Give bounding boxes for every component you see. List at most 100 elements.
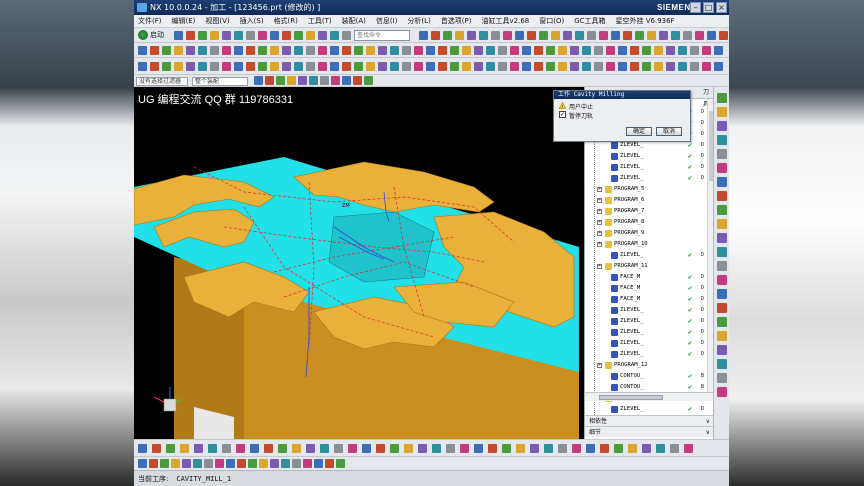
operation-tool-icon[interactable] xyxy=(198,46,207,55)
operation-tool-icon[interactable] xyxy=(330,46,339,55)
view-tool-icon[interactable] xyxy=(690,62,699,71)
standard-tool-icon[interactable] xyxy=(282,31,291,40)
view-tool-icon[interactable] xyxy=(270,62,279,71)
standard-tool-icon[interactable] xyxy=(623,31,632,40)
view-tool-icon[interactable] xyxy=(198,62,207,71)
view-tool-icon[interactable] xyxy=(582,62,591,71)
view-tool-icon[interactable] xyxy=(426,62,435,71)
snap-tool-icon[interactable] xyxy=(488,444,497,453)
view-orient-tool-icon[interactable] xyxy=(336,459,345,468)
view-orient-tool-icon[interactable] xyxy=(160,459,169,468)
resource-tab-icon[interactable] xyxy=(717,317,727,327)
view-tool-icon[interactable] xyxy=(606,62,615,71)
view-tool-icon[interactable] xyxy=(210,62,219,71)
view-tool-icon[interactable] xyxy=(330,62,339,71)
select-tool-icon[interactable] xyxy=(276,76,285,85)
operation-tool-icon[interactable] xyxy=(210,46,219,55)
resource-tab-icon[interactable] xyxy=(717,233,727,243)
snap-tool-icon[interactable] xyxy=(642,444,651,453)
view-tool-icon[interactable] xyxy=(642,62,651,71)
resource-tab-icon[interactable] xyxy=(717,373,727,383)
standard-tool-icon[interactable] xyxy=(222,31,231,40)
view-tool-icon[interactable] xyxy=(366,62,375,71)
snap-tool-icon[interactable] xyxy=(264,444,273,453)
standard-tool-icon[interactable] xyxy=(198,31,207,40)
view-orient-tool-icon[interactable] xyxy=(292,459,301,468)
snap-tool-icon[interactable] xyxy=(250,444,259,453)
resource-tab-icon[interactable] xyxy=(717,93,727,103)
view-orient-tool-icon[interactable] xyxy=(281,459,290,468)
menu-item-4[interactable]: 格式(R) xyxy=(274,16,298,26)
snap-tool-icon[interactable] xyxy=(222,444,231,453)
standard-tool-icon[interactable] xyxy=(575,31,584,40)
view-tool-icon[interactable] xyxy=(474,62,483,71)
snap-tool-icon[interactable] xyxy=(614,444,623,453)
operation-tool-icon[interactable] xyxy=(414,46,423,55)
menu-item-2[interactable]: 视图(V) xyxy=(205,16,229,26)
view-tool-icon[interactable] xyxy=(186,62,195,71)
dependencies-section[interactable]: 相依性 ∨ xyxy=(585,415,713,426)
resource-tab-icon[interactable] xyxy=(717,107,727,117)
view-tool-icon[interactable] xyxy=(654,62,663,71)
resource-tab-icon[interactable] xyxy=(717,247,727,257)
program-group-row[interactable]: + PROGRAM_12 xyxy=(585,360,713,371)
standard-tool-icon[interactable] xyxy=(491,31,500,40)
standard-tool-icon[interactable] xyxy=(246,31,255,40)
cancel-button[interactable]: 取消 xyxy=(656,127,682,136)
standard-tool-icon[interactable] xyxy=(503,31,512,40)
select-tool-icon[interactable] xyxy=(331,76,340,85)
resource-tab-icon[interactable] xyxy=(717,219,727,229)
operation-tool-icon[interactable] xyxy=(498,46,507,55)
operation-tool-icon[interactable] xyxy=(558,46,567,55)
view-tool-icon[interactable] xyxy=(318,62,327,71)
view-tool-icon[interactable] xyxy=(222,62,231,71)
operation-row[interactable]: CONTOU_ ✔ B xyxy=(585,371,713,382)
operation-tool-icon[interactable] xyxy=(318,46,327,55)
menu-item-9[interactable]: 首选项(P) xyxy=(441,16,472,26)
operation-tool-icon[interactable] xyxy=(294,46,303,55)
ok-button[interactable]: 确定 xyxy=(626,127,652,136)
standard-tool-icon[interactable] xyxy=(683,31,692,40)
expand-toggle-icon[interactable]: + xyxy=(597,363,602,368)
view-orient-tool-icon[interactable] xyxy=(325,459,334,468)
snap-tool-icon[interactable] xyxy=(446,444,455,453)
program-group-row[interactable]: + PROGRAM_5 xyxy=(585,184,713,195)
snap-tool-icon[interactable] xyxy=(572,444,581,453)
view-tool-icon[interactable] xyxy=(138,62,147,71)
operation-row[interactable]: ZLEVEL_ ✔ D xyxy=(585,404,713,415)
view-tool-icon[interactable] xyxy=(354,62,363,71)
snap-tool-icon[interactable] xyxy=(418,444,427,453)
resource-tab-icon[interactable] xyxy=(717,177,727,187)
operation-tool-icon[interactable] xyxy=(258,46,267,55)
menu-item-0[interactable]: 文件(F) xyxy=(138,16,162,26)
standard-tool-icon[interactable] xyxy=(330,31,339,40)
expand-toggle-icon[interactable]: + xyxy=(597,209,602,214)
program-group-row[interactable]: + PROGRAM_8 xyxy=(585,217,713,228)
view-tool-icon[interactable] xyxy=(150,62,159,71)
standard-tool-icon[interactable] xyxy=(342,31,351,40)
snap-tool-icon[interactable] xyxy=(684,444,693,453)
view-tool-icon[interactable] xyxy=(438,62,447,71)
expand-toggle-icon[interactable]: + xyxy=(597,231,602,236)
view-tool-icon[interactable] xyxy=(558,62,567,71)
snap-tool-icon[interactable] xyxy=(236,444,245,453)
resource-tab-icon[interactable] xyxy=(717,163,727,173)
select-tool-icon[interactable] xyxy=(342,76,351,85)
navigator-horizontal-scrollbar[interactable] xyxy=(585,392,713,401)
operation-tool-icon[interactable] xyxy=(510,46,519,55)
expand-toggle-icon[interactable]: + xyxy=(597,220,602,225)
snap-tool-icon[interactable] xyxy=(600,444,609,453)
operation-tool-icon[interactable] xyxy=(642,46,651,55)
menu-item-8[interactable]: 分析(L) xyxy=(407,16,430,26)
snap-tool-icon[interactable] xyxy=(390,444,399,453)
view-orient-tool-icon[interactable] xyxy=(303,459,312,468)
view-orient-tool-icon[interactable] xyxy=(193,459,202,468)
view-tool-icon[interactable] xyxy=(594,62,603,71)
view-orient-tool-icon[interactable] xyxy=(270,459,279,468)
operation-tool-icon[interactable] xyxy=(702,46,711,55)
select-tool-icon[interactable] xyxy=(353,76,362,85)
snap-tool-icon[interactable] xyxy=(432,444,441,453)
view-orient-tool-icon[interactable] xyxy=(215,459,224,468)
expand-toggle-icon[interactable]: + xyxy=(597,187,602,192)
menu-item-7[interactable]: 信息(I) xyxy=(376,16,398,26)
